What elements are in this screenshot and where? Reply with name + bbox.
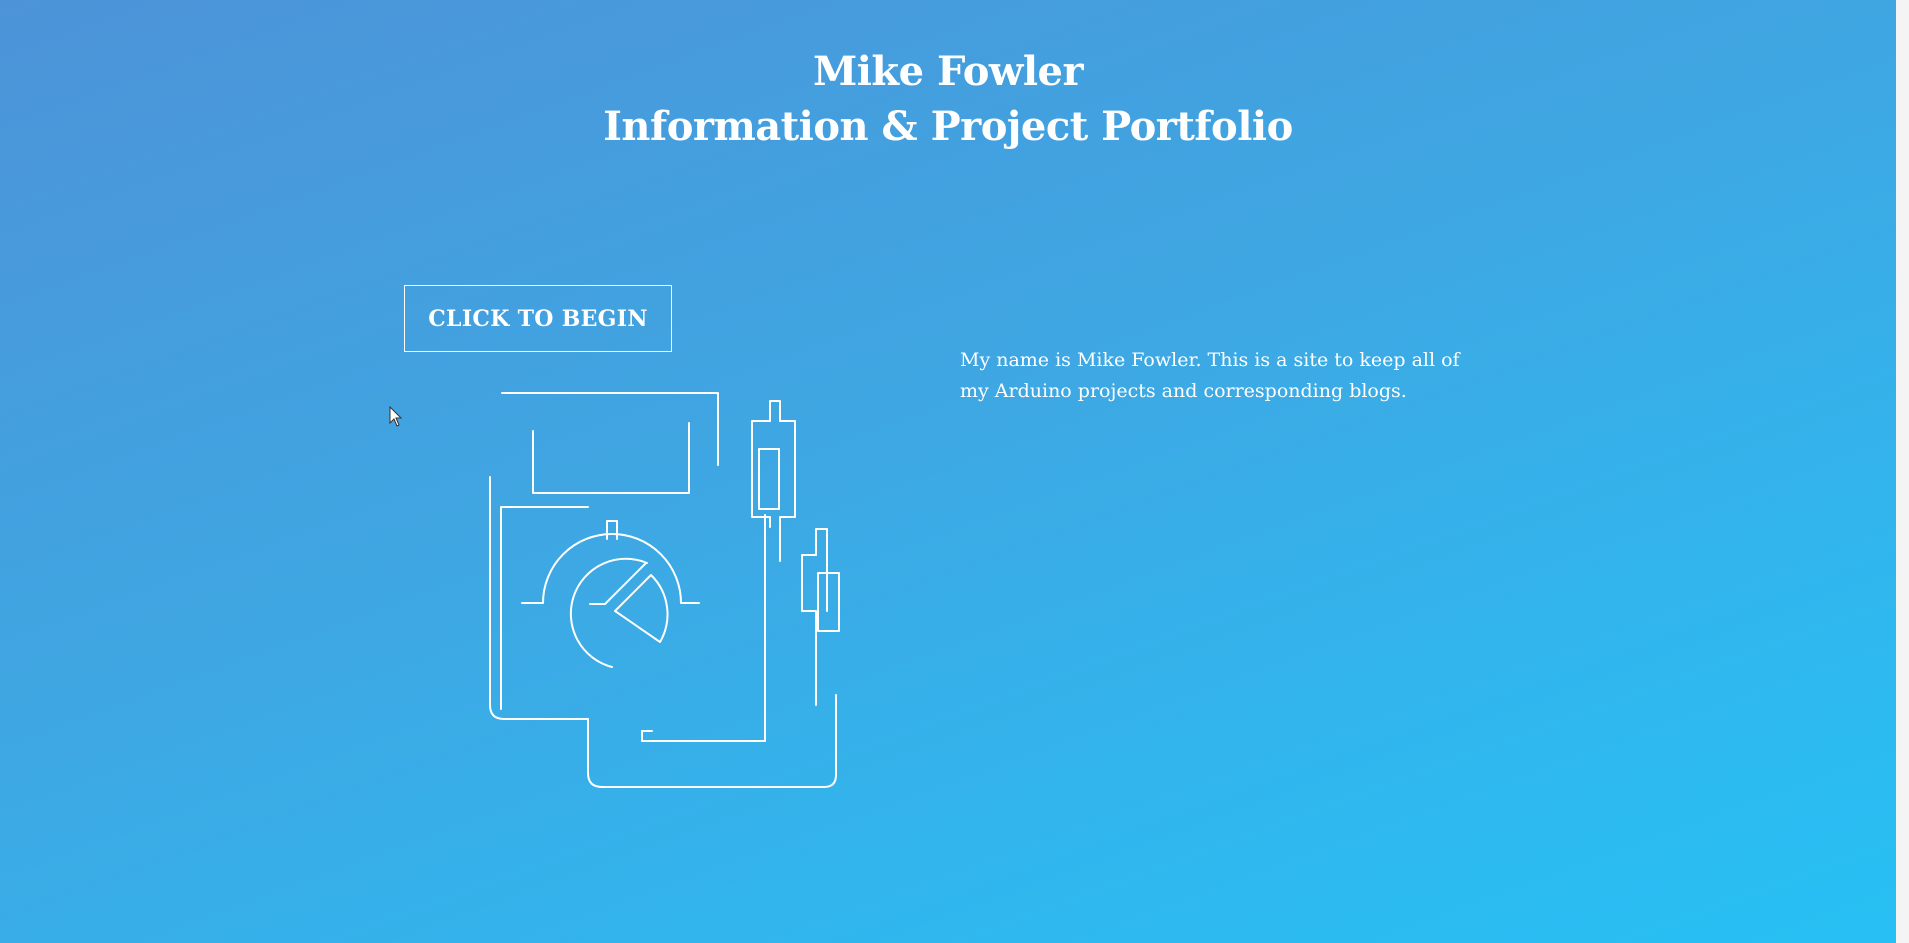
mouse-cursor-icon [389,406,403,427]
analytics-dashboard-icon [489,392,840,788]
illustration-right-inner [641,514,766,742]
gauge-stem [606,520,618,540]
page-title-name: Mike Fowler [812,48,1084,95]
vertical-scrollbar[interactable] [1896,0,1909,943]
candlestick-2-body [817,572,840,632]
candlestick-2-top [815,528,828,556]
gauge-outer-arc [521,533,700,604]
intro-text: My name is Mike Fowler. This is a site t… [960,349,1460,402]
illustration-inner-frame [500,506,589,710]
portfolio-page: Mike Fowler Information & Project Portfo… [0,0,1896,943]
illustration-top-frame [501,392,719,466]
illustration-upper-box [532,422,690,494]
click-to-begin-button[interactable]: CLICK TO BEGIN [404,285,672,352]
candlestick-1-top [769,400,781,422]
page-title-subtitle: Information & Project Portfolio [603,103,1293,150]
gauge-inner-arc [569,557,648,668]
page-header: Mike Fowler Information & Project Portfo… [0,44,1896,154]
candlestick-1-body [758,448,780,510]
